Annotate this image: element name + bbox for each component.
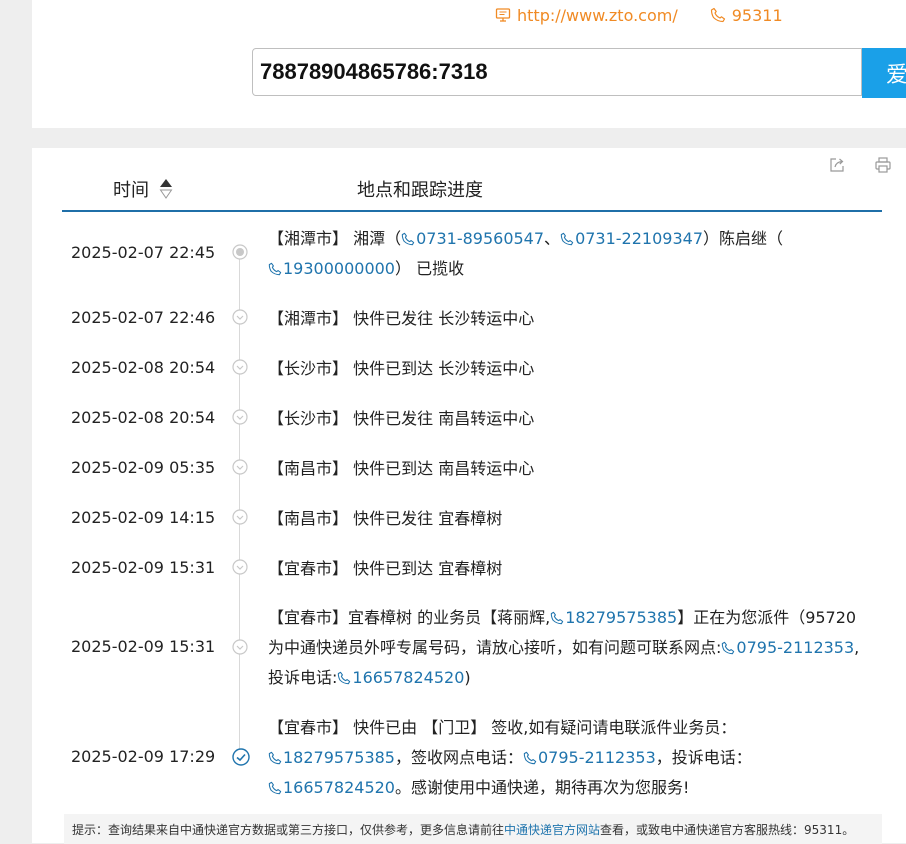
event-detail: 【湘潭市】 湘潭（ 0731-89560547、 0731-22109347）陈启继… xyxy=(268,229,784,278)
phone-link[interactable]: 0731-89560547 xyxy=(401,229,544,248)
event-detail: 【湘潭市】 快件已发往 长沙转运中心 xyxy=(268,309,535,328)
event-city: 【湘潭市】 xyxy=(268,229,349,248)
phone-link[interactable]: 16657824520 xyxy=(268,778,395,797)
hotline-number[interactable]: 95311 xyxy=(732,6,783,25)
event-city: 【南昌市】 xyxy=(268,459,349,478)
tracking-number-input[interactable]: 78878904865786:7318 xyxy=(252,48,862,96)
phone-link[interactable]: 16657824520 xyxy=(337,668,464,687)
event-detail: 【长沙市】 快件已发往 南昌转运中心 xyxy=(268,409,535,428)
chevron-down-icon xyxy=(232,509,248,525)
chevron-down-icon xyxy=(232,459,248,475)
phone-icon xyxy=(338,671,351,685)
time-header-label: 时间 xyxy=(113,180,149,201)
phone-icon xyxy=(268,781,282,795)
phone-icon xyxy=(523,751,537,765)
event-detail: 【南昌市】 快件已到达 南昌转运中心 xyxy=(268,459,535,478)
website-icon xyxy=(495,7,511,23)
location-column-header: 地点和跟踪进度 xyxy=(357,180,483,201)
event-detail: 【南昌市】 快件已发往 宜春樟树 xyxy=(268,509,503,528)
phone-link[interactable]: 18279575385 xyxy=(550,608,677,627)
event-city: 【宜春市】 xyxy=(268,608,349,627)
official-website-link[interactable]: 中通快递官方网站 xyxy=(504,821,600,838)
event-time: 2025-02-08 20:54 xyxy=(71,408,216,427)
event-time: 2025-02-09 15:31 xyxy=(71,558,216,577)
event-city: 【宜春市】 xyxy=(268,559,349,578)
phone-icon xyxy=(550,611,564,625)
phone-icon xyxy=(401,232,415,246)
event-detail: 【长沙市】 快件已到达 长沙转运中心 xyxy=(268,359,535,378)
phone-icon xyxy=(710,7,726,23)
collected-dot-icon xyxy=(232,244,248,260)
event-time: 2025-02-09 05:35 xyxy=(71,458,216,477)
phone-icon xyxy=(268,262,282,276)
timeline-line xyxy=(239,252,240,758)
chevron-down-icon xyxy=(232,409,248,425)
phone-link[interactable]: 0795-2112353 xyxy=(523,748,656,767)
chevron-down-icon xyxy=(232,309,248,325)
phone-link[interactable]: 0731-22109347 xyxy=(560,229,703,248)
search-panel: http://www.zto.com/ 95311 78878904865786… xyxy=(32,0,906,128)
chevron-down-icon xyxy=(232,559,248,575)
event-time: 2025-02-07 22:46 xyxy=(71,308,216,327)
event-time: 2025-02-09 17:29 xyxy=(71,747,216,766)
event-city: 【湘潭市】 xyxy=(268,309,349,328)
time-column-header[interactable]: 时间 xyxy=(113,176,173,202)
print-icon[interactable] xyxy=(874,156,894,176)
share-icon[interactable] xyxy=(828,156,848,176)
event-city: 【长沙市】 xyxy=(268,359,349,378)
chevron-down-icon xyxy=(232,359,248,375)
check-circle-icon xyxy=(232,748,250,766)
phone-icon xyxy=(722,641,735,655)
phone-link[interactable]: 18279575385 xyxy=(268,748,395,767)
header-divider xyxy=(62,210,882,212)
event-detail: 【宜春市】 快件已由 【门卫】 签收,如有疑问请电联派件业务员：18279575… xyxy=(268,718,752,797)
phone-icon xyxy=(268,751,282,765)
phone-icon xyxy=(560,232,574,246)
chevron-down-icon xyxy=(232,639,248,655)
event-city: 【宜春市】 xyxy=(268,718,349,737)
website-link[interactable]: http://www.zto.com/ xyxy=(517,6,678,25)
phone-link[interactable]: 19300000000 xyxy=(268,259,395,278)
event-city: 【长沙市】 xyxy=(268,409,349,428)
tracking-panel: 时间 地点和跟踪进度 2025-02-07 22:45 【湘潭市】 湘潭（ 073… xyxy=(32,148,906,844)
phone-link[interactable]: 0795-2112353 xyxy=(721,638,854,657)
event-detail: 【宜春市】 快件已到达 宜春樟树 xyxy=(268,559,503,578)
sort-icon[interactable] xyxy=(159,178,173,200)
contact-bar: http://www.zto.com/ 95311 xyxy=(495,4,783,26)
event-city: 【南昌市】 xyxy=(268,509,349,528)
event-time: 2025-02-07 22:45 xyxy=(71,243,216,262)
event-detail: 【宜春市】宜春樟树 的业务员【蒋丽辉, 18279575385】正在为您派件（95… xyxy=(268,608,860,687)
event-time: 2025-02-09 14:15 xyxy=(71,508,216,527)
search-button[interactable]: 爱 xyxy=(862,48,906,98)
event-time: 2025-02-09 15:31 xyxy=(71,637,216,656)
event-time: 2025-02-08 20:54 xyxy=(71,358,216,377)
disclaimer-hint: 提示：查询结果来自中通快递官方数据或第三方接口，仅供参考，更多信息请前往 中通快递… xyxy=(64,814,882,844)
